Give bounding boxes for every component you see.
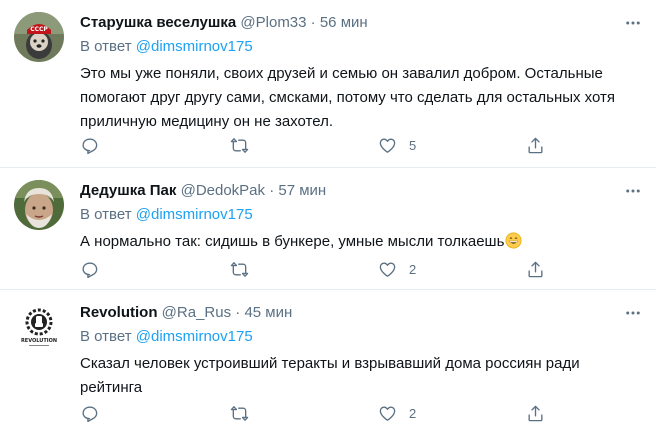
retweet-icon [230, 405, 249, 421]
tweet-actions: 2 [80, 403, 560, 423]
timestamp[interactable]: 45 мин [244, 304, 292, 321]
heart-icon [379, 137, 396, 153]
tweet-header: Дедушка Пак @DedokPak · 57 мин [80, 180, 616, 202]
reply-button[interactable] [80, 403, 111, 423]
avatar[interactable] [14, 180, 64, 230]
more-options-icon[interactable] [624, 182, 642, 200]
retweet-icon [230, 137, 249, 153]
reply-icon [82, 405, 98, 422]
avatar-image [14, 180, 64, 230]
replying-to: В ответ @dimsmirnov175 [80, 327, 253, 347]
like-count: 5 [409, 137, 417, 153]
reply-button[interactable] [80, 135, 111, 155]
timestamp[interactable]: 56 мин [320, 14, 368, 31]
reply-button[interactable] [80, 259, 111, 279]
tweet-actions: 2 [80, 259, 560, 279]
share-icon [528, 137, 543, 153]
display-name[interactable]: Старушка веселушка [80, 14, 236, 31]
share-icon [528, 405, 543, 421]
reply-mention-link[interactable]: @dimsmirnov175 [136, 38, 253, 55]
display-name[interactable]: Revolution [80, 304, 158, 321]
retweet-button[interactable] [230, 403, 261, 423]
reply-feed: СССР Старушка веселушка @Plom33 · 56 мин… [0, 0, 656, 438]
tweet-actions: 5 [80, 135, 560, 155]
share-button[interactable] [526, 135, 545, 155]
reply-prefix: В ответ [80, 38, 132, 55]
avatar[interactable]: REVOLUTION [14, 302, 64, 352]
separator-dot: · [235, 304, 241, 321]
tweet[interactable]: REVOLUTION Revolution @Ra_Rus · 45 мин В… [0, 290, 656, 438]
avatar[interactable]: СССР [14, 12, 64, 62]
more-options-icon[interactable] [624, 304, 642, 322]
like-count: 2 [409, 405, 417, 421]
avatar-image: СССР [14, 12, 64, 62]
heart-icon [379, 261, 396, 277]
grinning-face-icon [505, 232, 522, 249]
avatar-image: REVOLUTION [14, 302, 64, 352]
tweet-text-wrap: А нормально так: сидишь в бункере, умные… [80, 230, 640, 254]
user-handle[interactable]: @DedokPak [181, 182, 265, 199]
like-button[interactable]: 5 [378, 135, 416, 155]
separator-dot: · [269, 182, 275, 199]
avatar-cap-label: СССР [30, 26, 48, 33]
reply-icon [82, 261, 98, 278]
retweet-button[interactable] [230, 135, 261, 155]
tweet[interactable]: Дедушка Пак @DedokPak · 57 мин В ответ @… [0, 168, 656, 290]
user-handle[interactable]: @Ra_Rus [162, 304, 231, 321]
replying-to: В ответ @dimsmirnov175 [80, 205, 253, 225]
separator-dot: · [310, 14, 316, 31]
timestamp[interactable]: 57 мин [278, 182, 326, 199]
like-button[interactable]: 2 [378, 259, 416, 279]
tweet-text: Сказал человек устроивший теракты и взры… [80, 355, 580, 396]
user-handle[interactable]: @Plom33 [240, 14, 306, 31]
display-name[interactable]: Дедушка Пак [80, 182, 176, 199]
share-button[interactable] [526, 259, 545, 279]
tweet-header: Revolution @Ra_Rus · 45 мин [80, 302, 616, 324]
replying-to: В ответ @dimsmirnov175 [80, 37, 253, 57]
retweet-icon [230, 261, 249, 277]
like-button[interactable]: 2 [378, 403, 416, 423]
heart-icon [379, 405, 396, 421]
share-button[interactable] [526, 403, 545, 423]
retweet-button[interactable] [230, 259, 261, 279]
tweet[interactable]: СССР Старушка веселушка @Plom33 · 56 мин… [0, 0, 656, 168]
share-icon [528, 261, 543, 277]
tweet-text: А нормально так: сидишь в бункере, умные… [80, 233, 505, 250]
avatar-logo-text: REVOLUTION [21, 338, 57, 344]
reply-icon [82, 137, 98, 154]
tweet-text: Это мы уже поняли, своих друзей и семью … [80, 65, 616, 130]
like-count: 2 [409, 261, 417, 277]
reply-prefix: В ответ [80, 206, 132, 223]
tweet-header: Старушка веселушка @Plom33 · 56 мин [80, 12, 616, 34]
reply-mention-link[interactable]: @dimsmirnov175 [136, 206, 253, 223]
more-options-icon[interactable] [624, 14, 642, 32]
reply-prefix: В ответ [80, 328, 132, 345]
reply-mention-link[interactable]: @dimsmirnov175 [136, 328, 253, 345]
